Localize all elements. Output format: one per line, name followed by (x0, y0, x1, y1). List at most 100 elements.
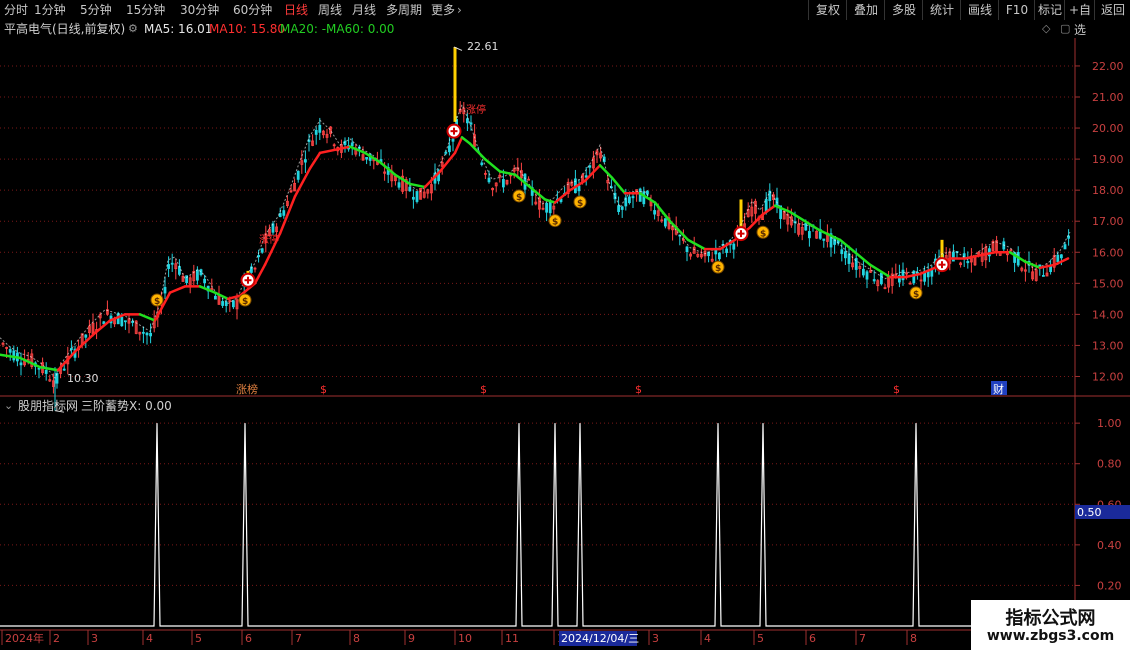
candle-body (444, 151, 448, 154)
candle-body (588, 165, 592, 168)
candle-body (966, 261, 970, 264)
candle-body (1063, 244, 1067, 250)
candle-body (617, 205, 620, 212)
ma10-line (0, 136, 1070, 372)
candle-body (725, 248, 728, 253)
candle-body (1060, 254, 1063, 259)
time-label: 4 (146, 632, 153, 645)
candle-body (862, 268, 865, 276)
candle-body (199, 269, 203, 276)
time-label: 9 (408, 632, 415, 645)
candle-body (19, 362, 23, 366)
candle-body (808, 231, 811, 239)
money-bag-icon: $ (760, 229, 766, 239)
watermark-url: www.zbgs3.com (986, 628, 1115, 644)
ma10-segment (483, 157, 502, 173)
candle-body (584, 175, 588, 178)
candle-body (664, 218, 667, 227)
money-bag-icon: $ (154, 297, 160, 307)
sub-tick-label: 0.20 (1097, 579, 1122, 592)
candlesticks (1, 46, 1070, 413)
candle-body (149, 332, 153, 337)
low-price-label: 10.30 (67, 372, 99, 385)
time-label: 10 (458, 632, 472, 645)
price-tick-label: 14.00 (1092, 308, 1124, 321)
time-label: 6 (809, 632, 816, 645)
ma10-segment (308, 151, 322, 170)
ma10-segment (56, 350, 77, 372)
candle-body (145, 332, 149, 336)
candle-body (397, 182, 401, 188)
ma10-segment (610, 176, 627, 195)
candle-body (203, 278, 207, 284)
ma10-segment (318, 148, 337, 155)
price-tick-label: 17.00 (1092, 215, 1124, 228)
money-bag-icon: $ (552, 218, 558, 228)
candle-body (296, 170, 300, 180)
limit-up-label: 涨停 (259, 233, 279, 246)
candle-body (447, 145, 451, 153)
watermark: 指标公式网 www.zbgs3.com (971, 600, 1130, 650)
price-tick-label: 15.00 (1092, 277, 1124, 290)
candle-body (62, 368, 66, 371)
candle-body (804, 223, 808, 231)
ma10-segment (226, 294, 242, 301)
candle-body (487, 177, 491, 183)
ma10-segment (1038, 263, 1057, 270)
candle-body (732, 243, 736, 250)
candle-body (44, 370, 48, 374)
time-label: 2024年 (5, 631, 44, 645)
candle-body (221, 301, 225, 306)
time-label: 4 (704, 632, 711, 645)
price-tick-label: 16.00 (1092, 246, 1124, 259)
price-tick-label: 12.00 (1092, 370, 1124, 383)
event-mark-zhangbang: 涨榜 (236, 382, 258, 396)
main-grid (0, 65, 1075, 377)
indicator-label: 三阶蓄势X: 0.00 (81, 399, 172, 413)
sub-tick-label: 0.80 (1097, 458, 1122, 471)
time-label: 6 (245, 632, 252, 645)
event-mark-finance: 财 (993, 382, 1004, 396)
price-tick-label: 22.00 (1092, 60, 1124, 73)
candle-body (577, 185, 581, 192)
candle-body (912, 270, 916, 284)
money-bag-icon: $ (516, 193, 522, 203)
cursor-date: 2024/12/04/三 (561, 632, 639, 645)
candle-body (120, 316, 124, 327)
candle-body (213, 295, 217, 300)
money-bag-icon: $ (913, 290, 919, 300)
ma10-segment (963, 254, 982, 260)
candle-body (880, 272, 883, 285)
candle-body (822, 238, 826, 241)
candle-body (195, 269, 199, 281)
money-bag-icon: $ (577, 199, 583, 209)
candle-body (257, 255, 261, 258)
ma10-segment (213, 291, 230, 301)
money-bag-icon: $ (242, 297, 248, 307)
candle-body (631, 196, 635, 199)
event-mark-dollar: $ (320, 383, 327, 396)
candle-body (318, 124, 322, 133)
price-ticks: 22.00 21.00 20.00 19.00 18.00 17.00 16.00 15.00… (1075, 60, 1124, 383)
collapse-icon[interactable]: ⌄ (4, 397, 13, 415)
candle-body (231, 300, 235, 308)
candle-body (350, 142, 354, 147)
time-label: 11 (505, 632, 519, 645)
time-label: 8 (353, 632, 360, 645)
candle-body (501, 179, 505, 188)
candle-body (653, 210, 656, 215)
ma10-segment (468, 142, 487, 161)
time-axis: 2024年23456789101112345678 (1, 630, 917, 645)
ma10-segment (498, 170, 517, 176)
sub-ticks: 1.000.800.600.400.20 (1075, 417, 1122, 592)
time-label: 7 (295, 632, 302, 645)
candle-body (365, 156, 369, 160)
candle-body (8, 349, 12, 353)
candle-body (685, 246, 689, 252)
kline-chart[interactable]: 22.0021.0020.0019.0018.0017.0016.0015.00… (0, 0, 1130, 650)
time-label: 2 (53, 632, 60, 645)
candle-body (163, 286, 167, 294)
ma5-line (0, 103, 1071, 379)
candle-body (408, 186, 412, 192)
value-highlight: 0.50 (1077, 506, 1102, 519)
